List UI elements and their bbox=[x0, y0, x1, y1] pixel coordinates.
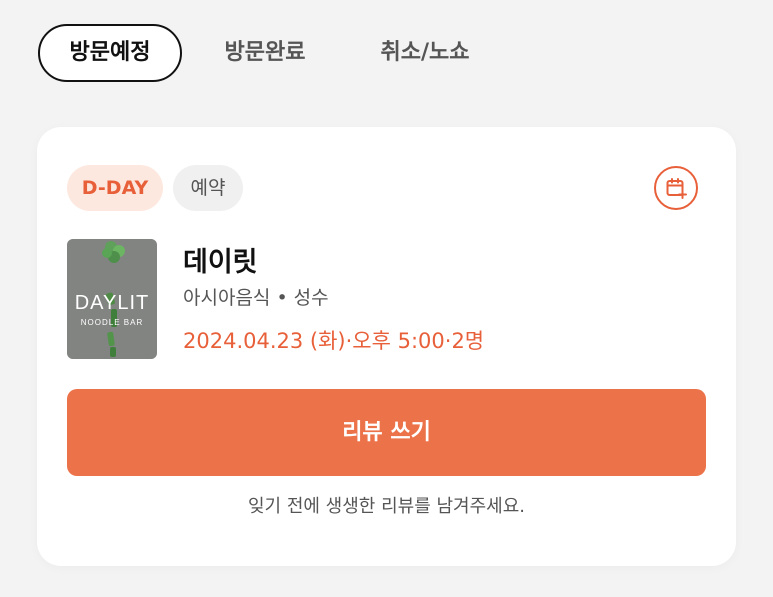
thumbnail-logo-subtext: NOODLE BAR bbox=[81, 318, 143, 327]
tab-completed[interactable]: 방문완료 bbox=[200, 24, 330, 82]
add-to-calendar-button[interactable] bbox=[654, 166, 698, 210]
review-reminder-text: 잊기 전에 생생한 리뷰를 남겨주세요. bbox=[247, 496, 525, 517]
thumbnail-logo-text: DAYLIT bbox=[75, 292, 150, 314]
reservation-schedule: 2024.04.23 (화)·오후 5:00·2명 bbox=[183, 329, 485, 353]
visit-status-tabs: 방문예정 방문완료 취소/노쇼 bbox=[0, 0, 773, 110]
calendar-add-icon bbox=[666, 178, 687, 199]
restaurant-name[interactable]: 데이릿 bbox=[183, 240, 258, 279]
reservation-badge: 예약 bbox=[173, 165, 243, 211]
restaurant-category-location: 아시아음식 • 성수 bbox=[183, 287, 329, 309]
write-review-button[interactable]: 리뷰 쓰기 bbox=[67, 389, 706, 476]
tab-upcoming[interactable]: 방문예정 bbox=[38, 24, 182, 82]
restaurant-thumbnail: DAYLIT NOODLE BAR bbox=[67, 239, 157, 359]
reservation-card: D-DAY 예약 DAYLIT NOODLE BAR 데이릿 아시아음식 • 성… bbox=[37, 127, 736, 566]
tab-canceled[interactable]: 취소/노쇼 bbox=[360, 24, 490, 82]
dday-badge: D-DAY bbox=[67, 165, 163, 211]
